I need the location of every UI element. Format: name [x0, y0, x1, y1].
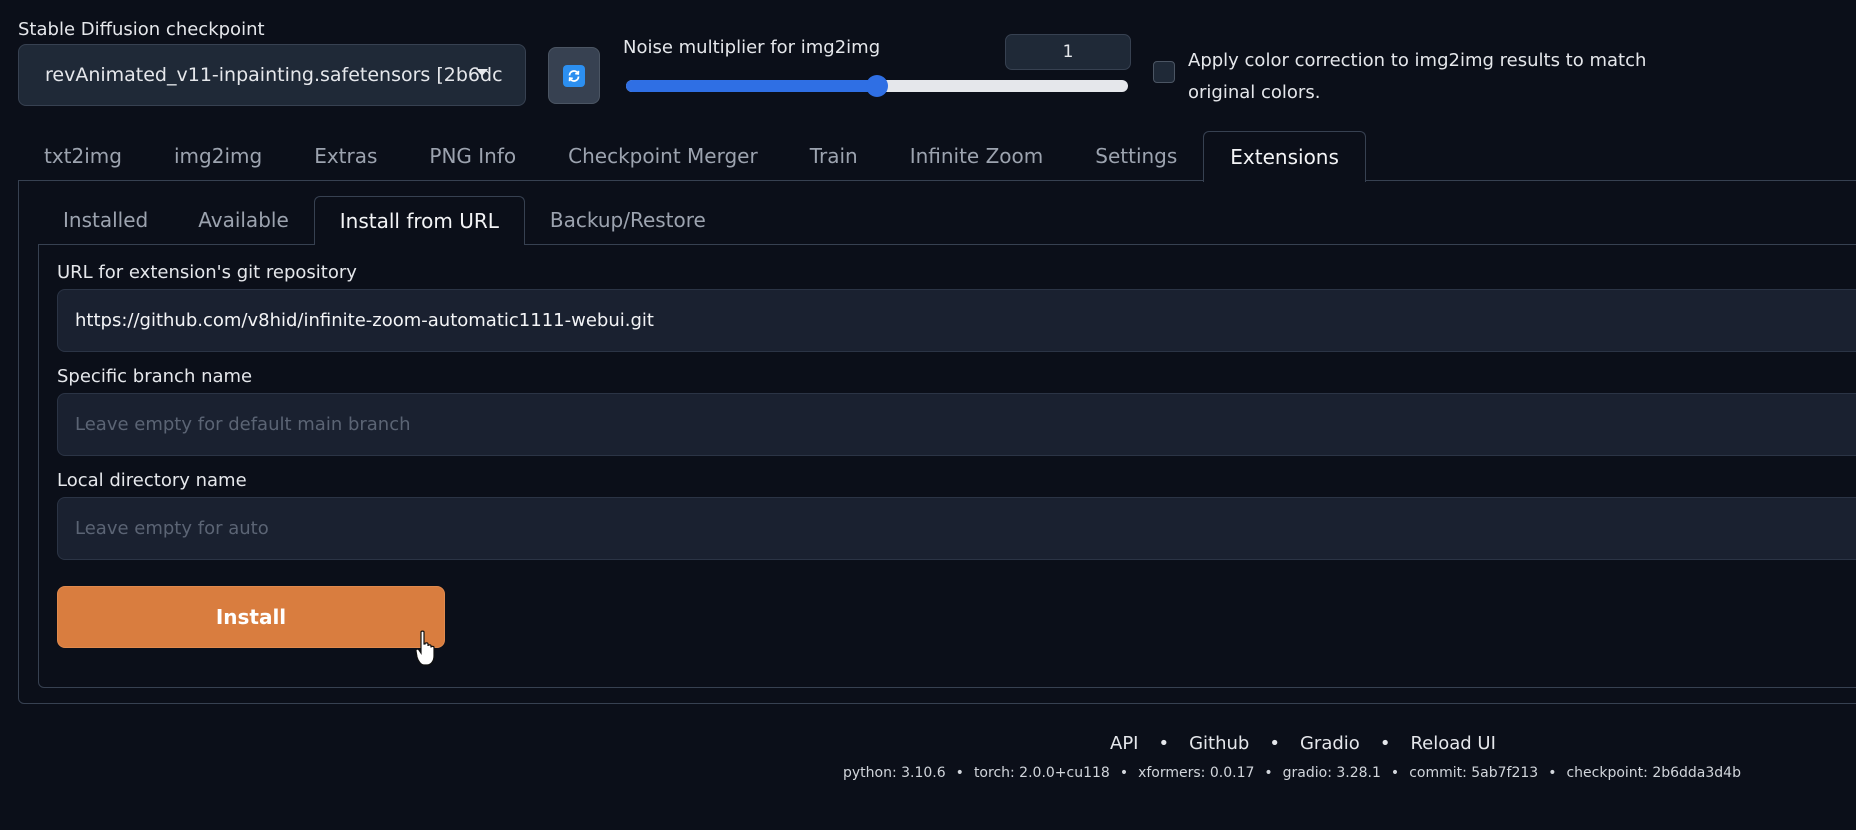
tab-png-info[interactable]: PNG Info: [403, 131, 542, 181]
noise-multiplier-slider[interactable]: [626, 75, 1128, 97]
footer-separator: •: [1379, 733, 1391, 754]
color-correction-checkbox[interactable]: [1153, 61, 1175, 83]
tab-img2img[interactable]: img2img: [148, 131, 288, 181]
tab-txt2img[interactable]: txt2img: [18, 131, 148, 181]
subtab-available[interactable]: Available: [173, 196, 314, 244]
version-separator: •: [1119, 765, 1129, 781]
version-item: checkpoint: 2b6dda3d4b: [1566, 765, 1741, 781]
version-item: commit: 5ab7f213: [1409, 765, 1539, 781]
slider-thumb[interactable]: [866, 75, 888, 97]
footer-link-gradio[interactable]: Gradio: [1300, 733, 1360, 754]
version-item: python: 3.10.6: [843, 765, 946, 781]
local-directory-label: Local directory name: [57, 470, 247, 491]
hand-cursor-icon: [415, 630, 439, 674]
branch-name-input[interactable]: [57, 393, 1856, 456]
tab-infinite-zoom[interactable]: Infinite Zoom: [884, 131, 1070, 181]
main-tab-bar: txt2img img2img Extras PNG Info Checkpoint M…: [18, 131, 1366, 182]
repo-url-input[interactable]: [57, 289, 1856, 352]
chevron-down-icon[interactable]: [476, 69, 488, 76]
tab-checkpoint-merger[interactable]: Checkpoint Merger: [542, 131, 784, 181]
footer-separator: •: [1269, 733, 1280, 754]
repo-url-label: URL for extension's git repository: [57, 262, 357, 283]
version-separator: •: [1390, 765, 1400, 781]
version-separator: •: [1264, 765, 1273, 781]
version-separator: •: [955, 765, 964, 781]
version-item: gradio: 3.28.1: [1282, 765, 1381, 781]
tab-extensions[interactable]: Extensions: [1203, 131, 1366, 182]
noise-multiplier-number-input[interactable]: 1: [1005, 34, 1131, 70]
slider-fill: [626, 80, 877, 92]
extensions-sub-tab-bar: Installed Available Install from URL Backup…: [38, 196, 731, 245]
refresh-icon: [563, 64, 585, 87]
local-directory-input[interactable]: [57, 497, 1856, 560]
version-item: xformers: 0.0.17: [1138, 765, 1255, 781]
tab-extras[interactable]: Extras: [288, 131, 403, 181]
footer-links: API • Github • Gradio • Reload UI: [1110, 733, 1496, 754]
footer-separator: •: [1158, 733, 1170, 754]
version-item: torch: 2.0.0+cu118: [973, 765, 1110, 781]
install-button[interactable]: Install: [57, 586, 445, 648]
footer-link-api[interactable]: API: [1110, 733, 1138, 754]
checkpoint-label: Stable Diffusion checkpoint: [18, 19, 265, 40]
subtab-backup-restore[interactable]: Backup/Restore: [525, 196, 731, 244]
checkpoint-dropdown[interactable]: revAnimated_v11-inpainting.safetensors […: [18, 44, 526, 106]
subtab-install-from-url[interactable]: Install from URL: [313, 196, 525, 245]
footer-link-github[interactable]: Github: [1189, 733, 1249, 754]
refresh-checkpoints-button[interactable]: [548, 47, 600, 104]
color-correction-label: Apply color correction to img2img result…: [1188, 50, 1647, 103]
subtab-installed[interactable]: Installed: [38, 196, 173, 244]
version-separator: •: [1548, 765, 1557, 781]
branch-name-label: Specific branch name: [57, 366, 253, 387]
noise-multiplier-label: Noise multiplier for img2img: [623, 37, 881, 58]
webui-page: Stable Diffusion checkpoint revAnimated_…: [0, 0, 1856, 830]
tab-settings[interactable]: Settings: [1069, 131, 1203, 181]
footer-link-reload-ui[interactable]: Reload UI: [1410, 733, 1495, 754]
tab-train[interactable]: Train: [784, 131, 884, 181]
version-info: python: 3.10.6 • torch: 2.0.0+cu118 • xforme…: [843, 765, 1741, 781]
